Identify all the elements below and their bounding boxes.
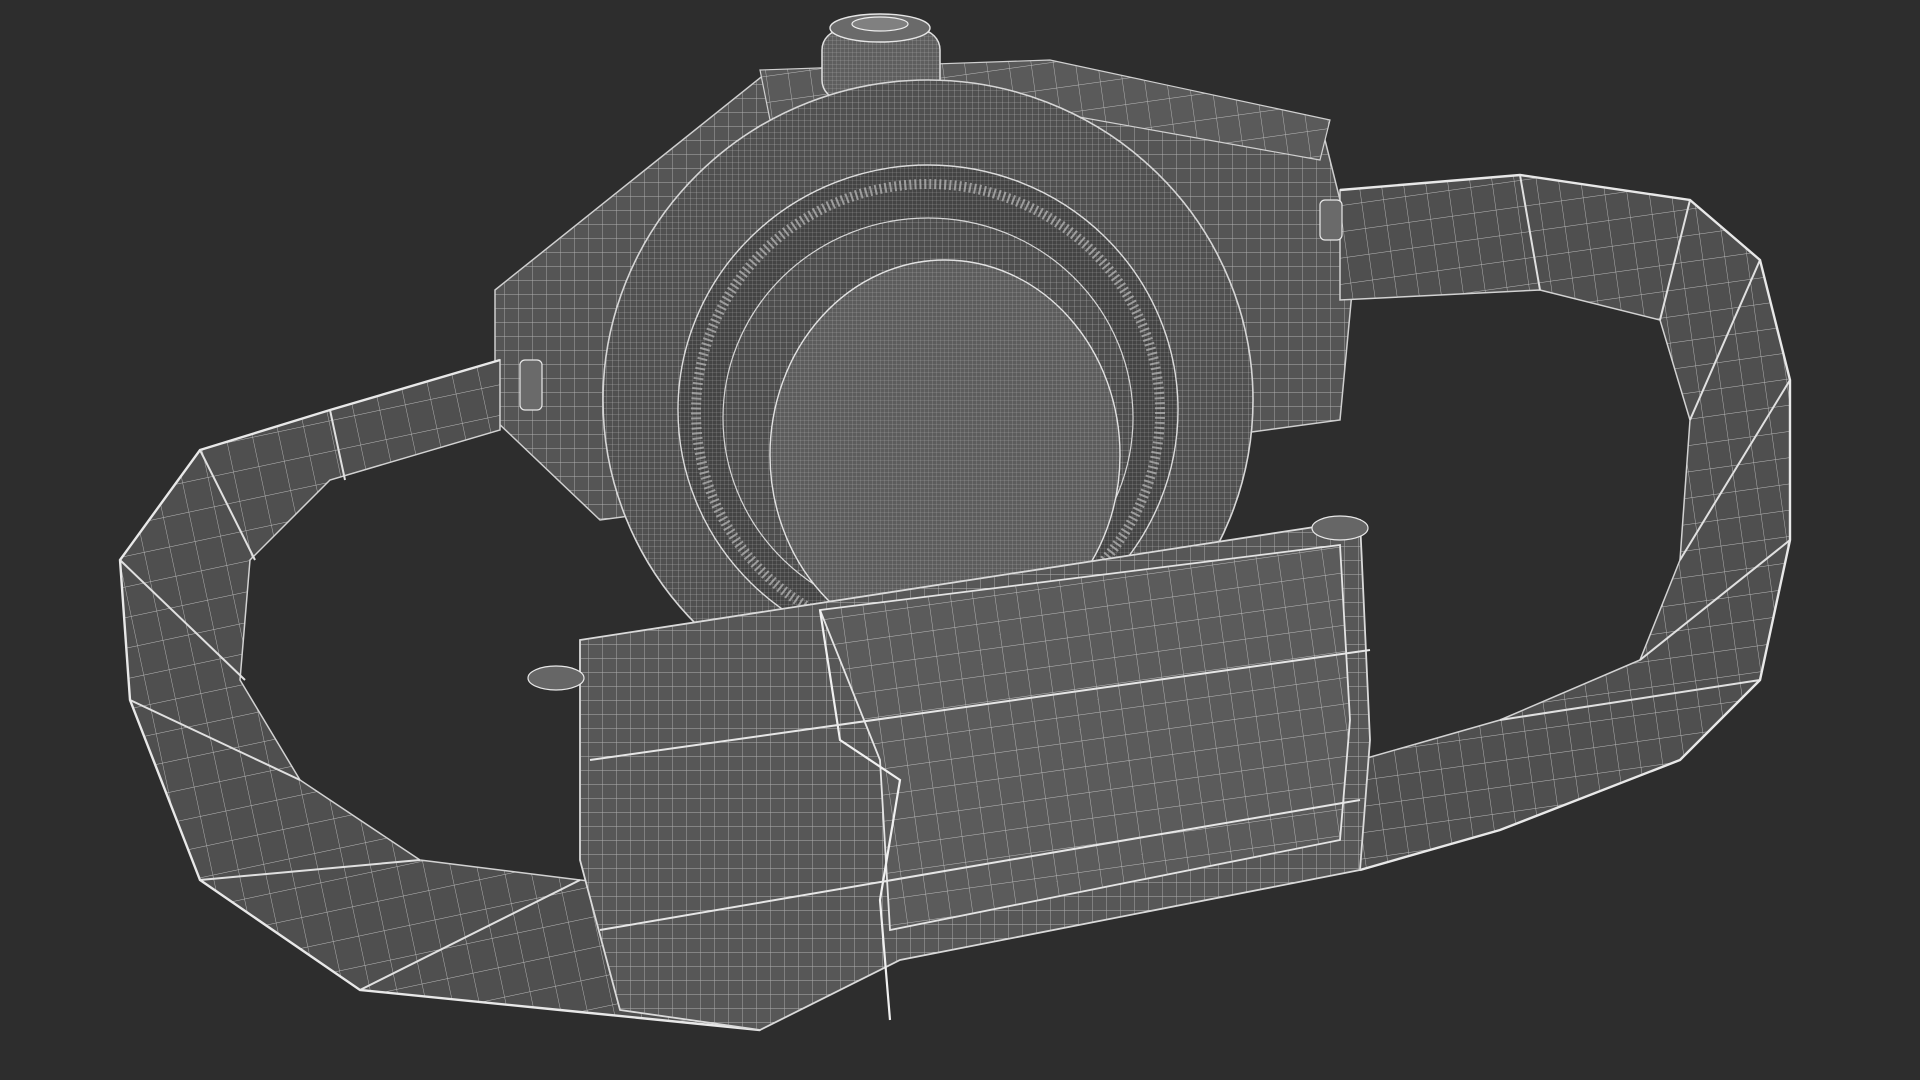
wireframe-watch-render xyxy=(118,13,1792,1032)
bracelet-right xyxy=(1339,173,1792,872)
render-viewport xyxy=(0,0,1920,1080)
